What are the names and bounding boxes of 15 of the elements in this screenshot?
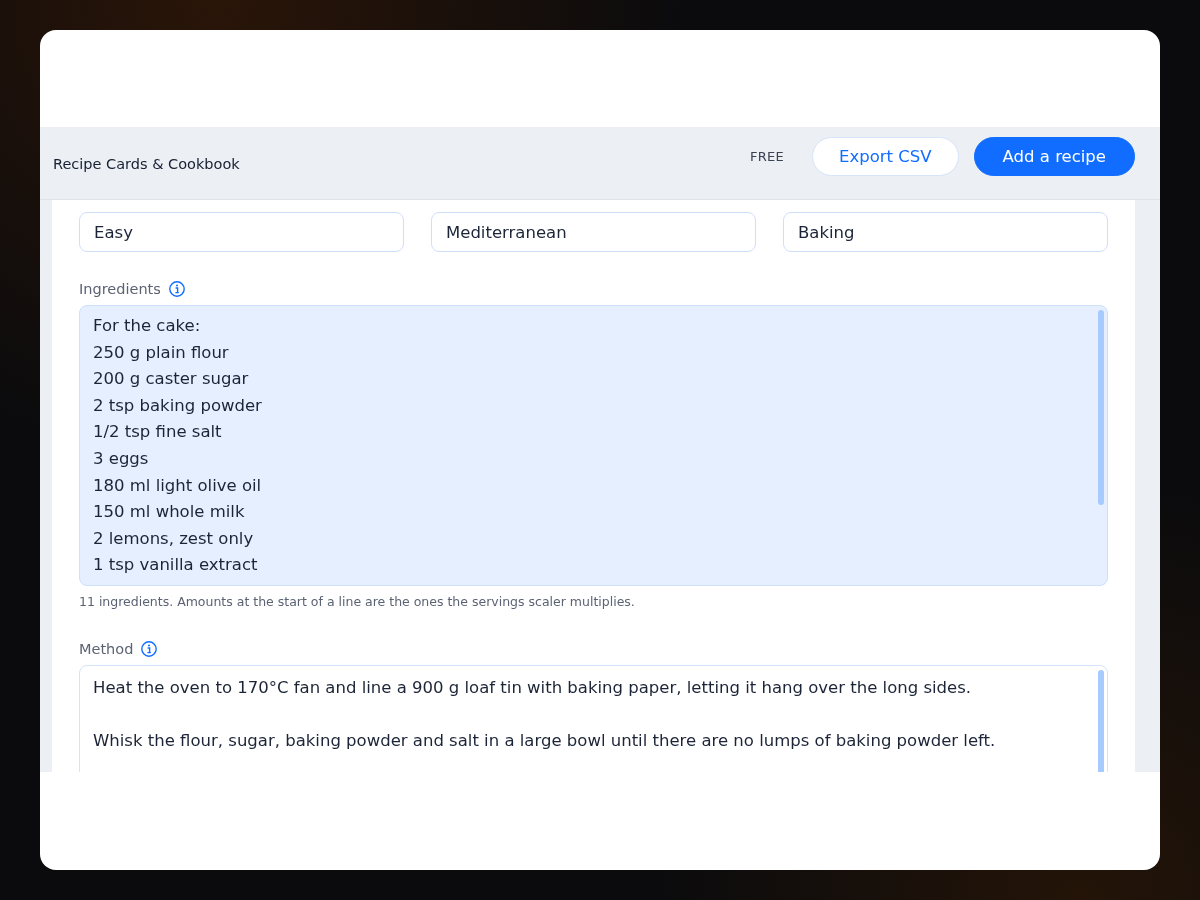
- ingredients-field[interactable]: For the cake: 250 g plain flour 200 g caster sugar 2 tsp baking powder 1/2 tsp fine salt 3 eggs 180 ml light olive oil 150 ml whole milk 2 lemons, zest only 1 tsp vanilla extract: [79, 305, 1108, 586]
- helper-text: 11 ingredients. Amounts at the start of a line are the ones the servings scaler multiplies.: [79, 594, 636, 609]
- info-icon[interactable]: [168, 281, 185, 297]
- text-field[interactable]: Easy: [79, 212, 404, 252]
- field-label: Method: [79, 641, 134, 657]
- method-field[interactable]: Heat the oven to 170°C fan and line a 900 g loaf tin with baking paper, letting it hang over the long sides. Whisk the flour, sugar, baking powder and salt in a large bowl until there are no lumps of baking powder left.: [79, 665, 1108, 772]
- text-field[interactable]: Mediterranean: [431, 212, 756, 252]
- plan-label: FREE: [749, 149, 785, 164]
- field-label: Ingredients: [79, 281, 161, 297]
- text-field[interactable]: Baking: [783, 212, 1108, 252]
- export-button[interactable]: Export CSV: [812, 137, 959, 176]
- add-recipe-button[interactable]: Add a recipe: [973, 137, 1135, 176]
- app-title: Recipe Cards & Cookbook: [53, 155, 240, 172]
- scrollbar[interactable]: [1098, 310, 1104, 505]
- info-icon[interactable]: [141, 641, 158, 657]
